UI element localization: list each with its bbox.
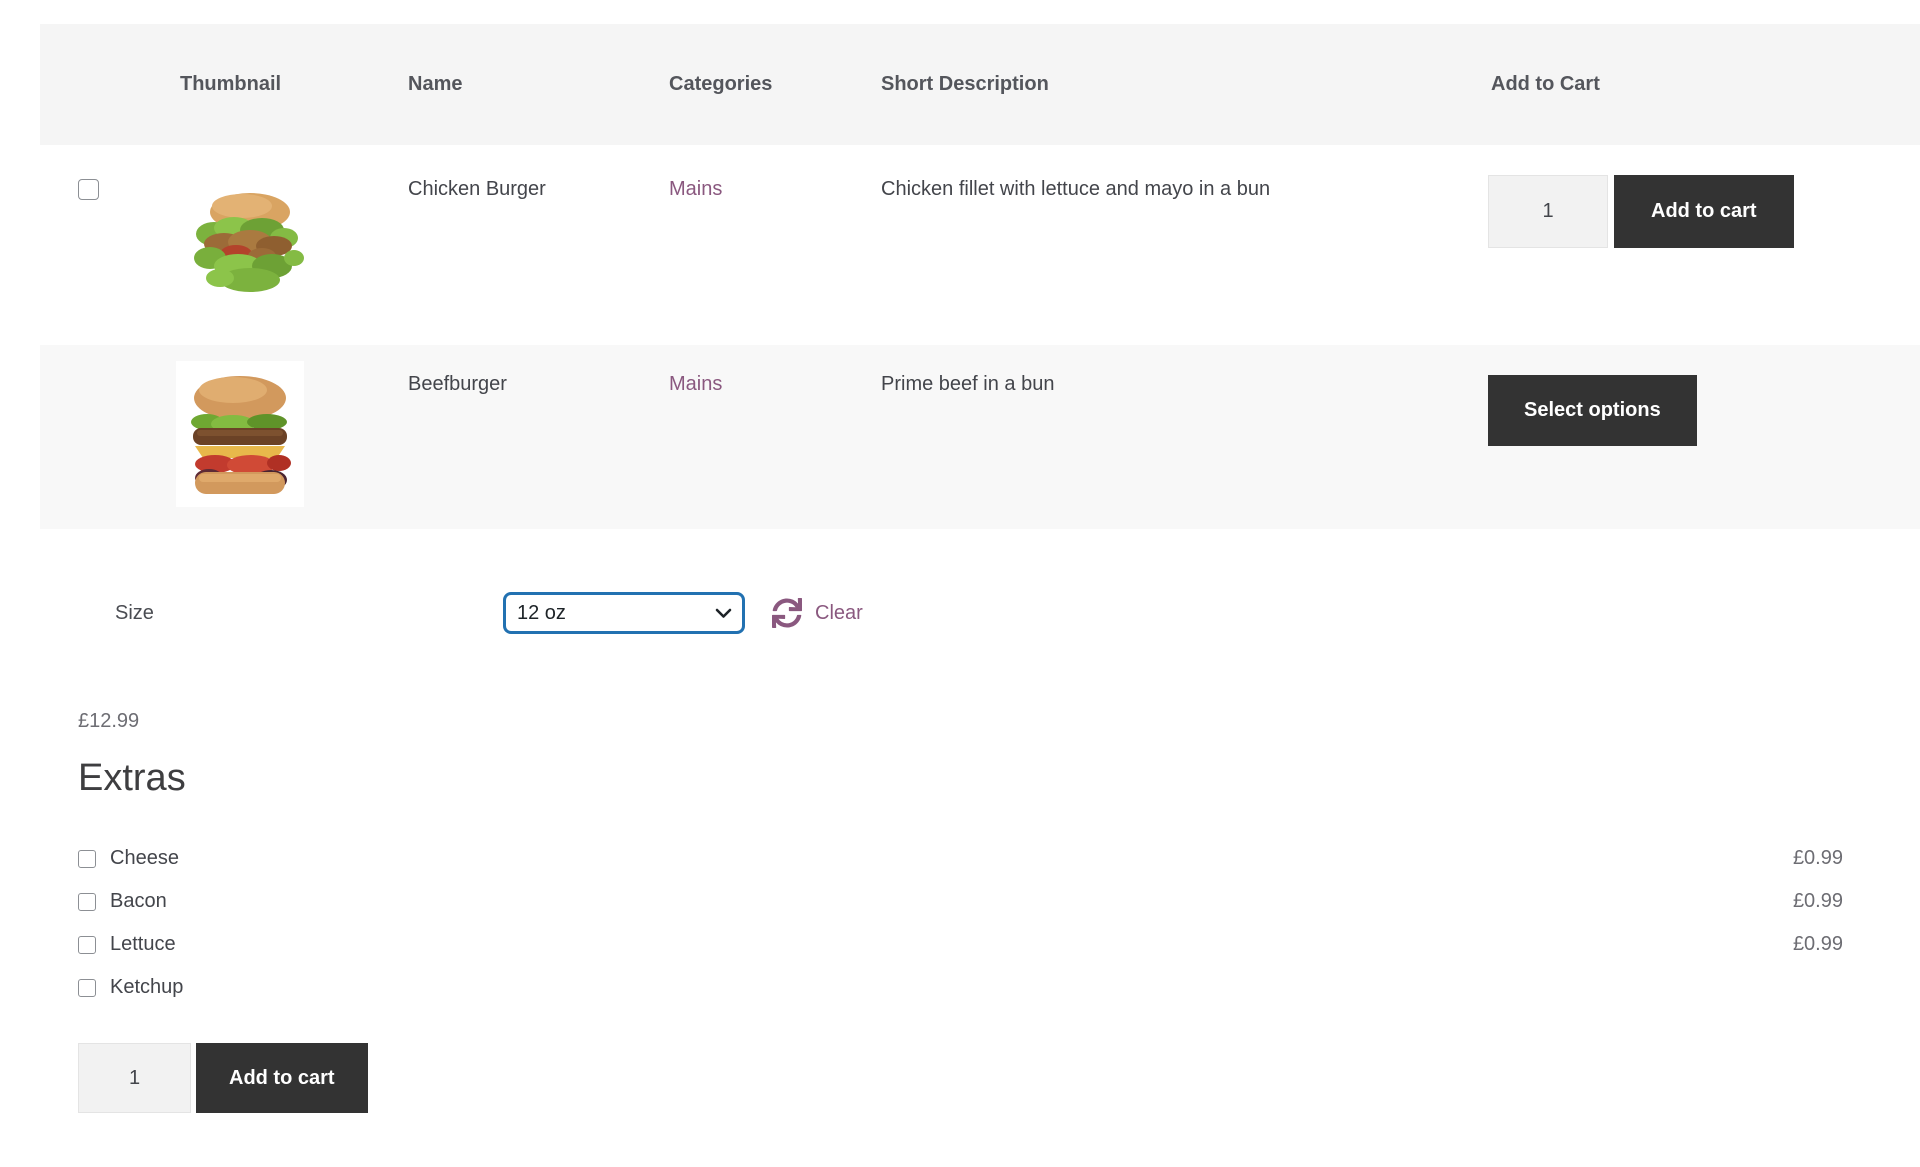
row-cart-cell: Select options — [1488, 345, 1920, 529]
variation-cart-row: Add to cart — [78, 1043, 1920, 1113]
table-header-row: Thumbnail Name Categories Short Descript… — [40, 24, 1920, 145]
product-name: Beefburger — [408, 345, 669, 529]
extra-label: Lettuce — [110, 933, 176, 956]
row-select-cell — [40, 145, 140, 345]
product-description: Prime beef in a bun — [881, 345, 1488, 529]
size-select-wrap: 12 oz — [504, 593, 744, 633]
product-table: Thumbnail Name Categories Short Descript… — [40, 24, 1920, 529]
extra-option-row: Cheese £0.99 — [0, 837, 1920, 880]
quantity-input[interactable] — [1488, 175, 1608, 248]
extra-price: £0.99 — [1793, 890, 1843, 913]
product-category-cell: Mains — [669, 345, 881, 529]
beefburger-image[interactable] — [176, 361, 304, 507]
variation-size-row: Size 12 oz Clear — [0, 593, 1920, 633]
category-link[interactable]: Mains — [669, 373, 722, 395]
extra-option-row: Ketchup — [0, 966, 1920, 1009]
row-thumbnail-cell — [140, 345, 408, 529]
header-short-description: Short Description — [881, 73, 1488, 96]
extra-lettuce-checkbox[interactable] — [78, 936, 96, 954]
product-category-cell: Mains — [669, 145, 881, 345]
beefburger-illustration — [181, 368, 299, 500]
extra-bacon-checkbox[interactable] — [78, 893, 96, 911]
clear-label: Clear — [815, 602, 863, 625]
extra-option-row: Bacon £0.99 — [0, 880, 1920, 923]
table-row: Beefburger Mains Prime beef in a bun Sel… — [40, 345, 1920, 529]
row-thumbnail-cell — [140, 145, 408, 345]
extra-price: £0.99 — [1793, 933, 1843, 956]
product-table-page: Thumbnail Name Categories Short Descript… — [0, 0, 1920, 1167]
row-select-cell — [40, 345, 140, 529]
extra-label: Ketchup — [110, 976, 183, 999]
add-to-cart-button[interactable]: Add to cart — [1614, 175, 1794, 248]
size-select[interactable]: 12 oz — [504, 593, 744, 633]
row-cart-cell: Add to cart — [1488, 145, 1920, 345]
add-to-cart-button[interactable]: Add to cart — [196, 1043, 368, 1113]
extras-heading: Extras — [78, 756, 1920, 800]
product-name: Chicken Burger — [408, 145, 669, 345]
refresh-icon — [772, 598, 802, 628]
quantity-input[interactable] — [78, 1043, 191, 1113]
size-label: Size — [115, 602, 504, 625]
extras-list: Cheese £0.99 Bacon £0.99 Lettuce £0.99 K… — [0, 837, 1920, 1009]
clear-variations-link[interactable]: Clear — [772, 598, 863, 628]
header-thumbnail: Thumbnail — [140, 73, 408, 96]
select-options-button[interactable]: Select options — [1488, 375, 1697, 446]
product-description: Chicken fillet with lettuce and mayo in … — [881, 145, 1488, 345]
extra-label: Cheese — [110, 847, 179, 870]
extra-ketchup-checkbox[interactable] — [78, 979, 96, 997]
category-link[interactable]: Mains — [669, 178, 722, 200]
extra-option-row: Lettuce £0.99 — [0, 923, 1920, 966]
table-row: Chicken Burger Mains Chicken fillet with… — [40, 145, 1920, 345]
extra-price: £0.99 — [1793, 847, 1843, 870]
row-select-checkbox[interactable] — [78, 179, 99, 200]
variation-price: £12.99 — [78, 707, 1920, 735]
header-name: Name — [408, 73, 669, 96]
header-add-to-cart: Add to Cart — [1488, 73, 1920, 96]
extra-cheese-checkbox[interactable] — [78, 850, 96, 868]
chicken-burger-image[interactable] — [176, 182, 316, 302]
extra-label: Bacon — [110, 890, 167, 913]
header-categories: Categories — [669, 73, 881, 96]
